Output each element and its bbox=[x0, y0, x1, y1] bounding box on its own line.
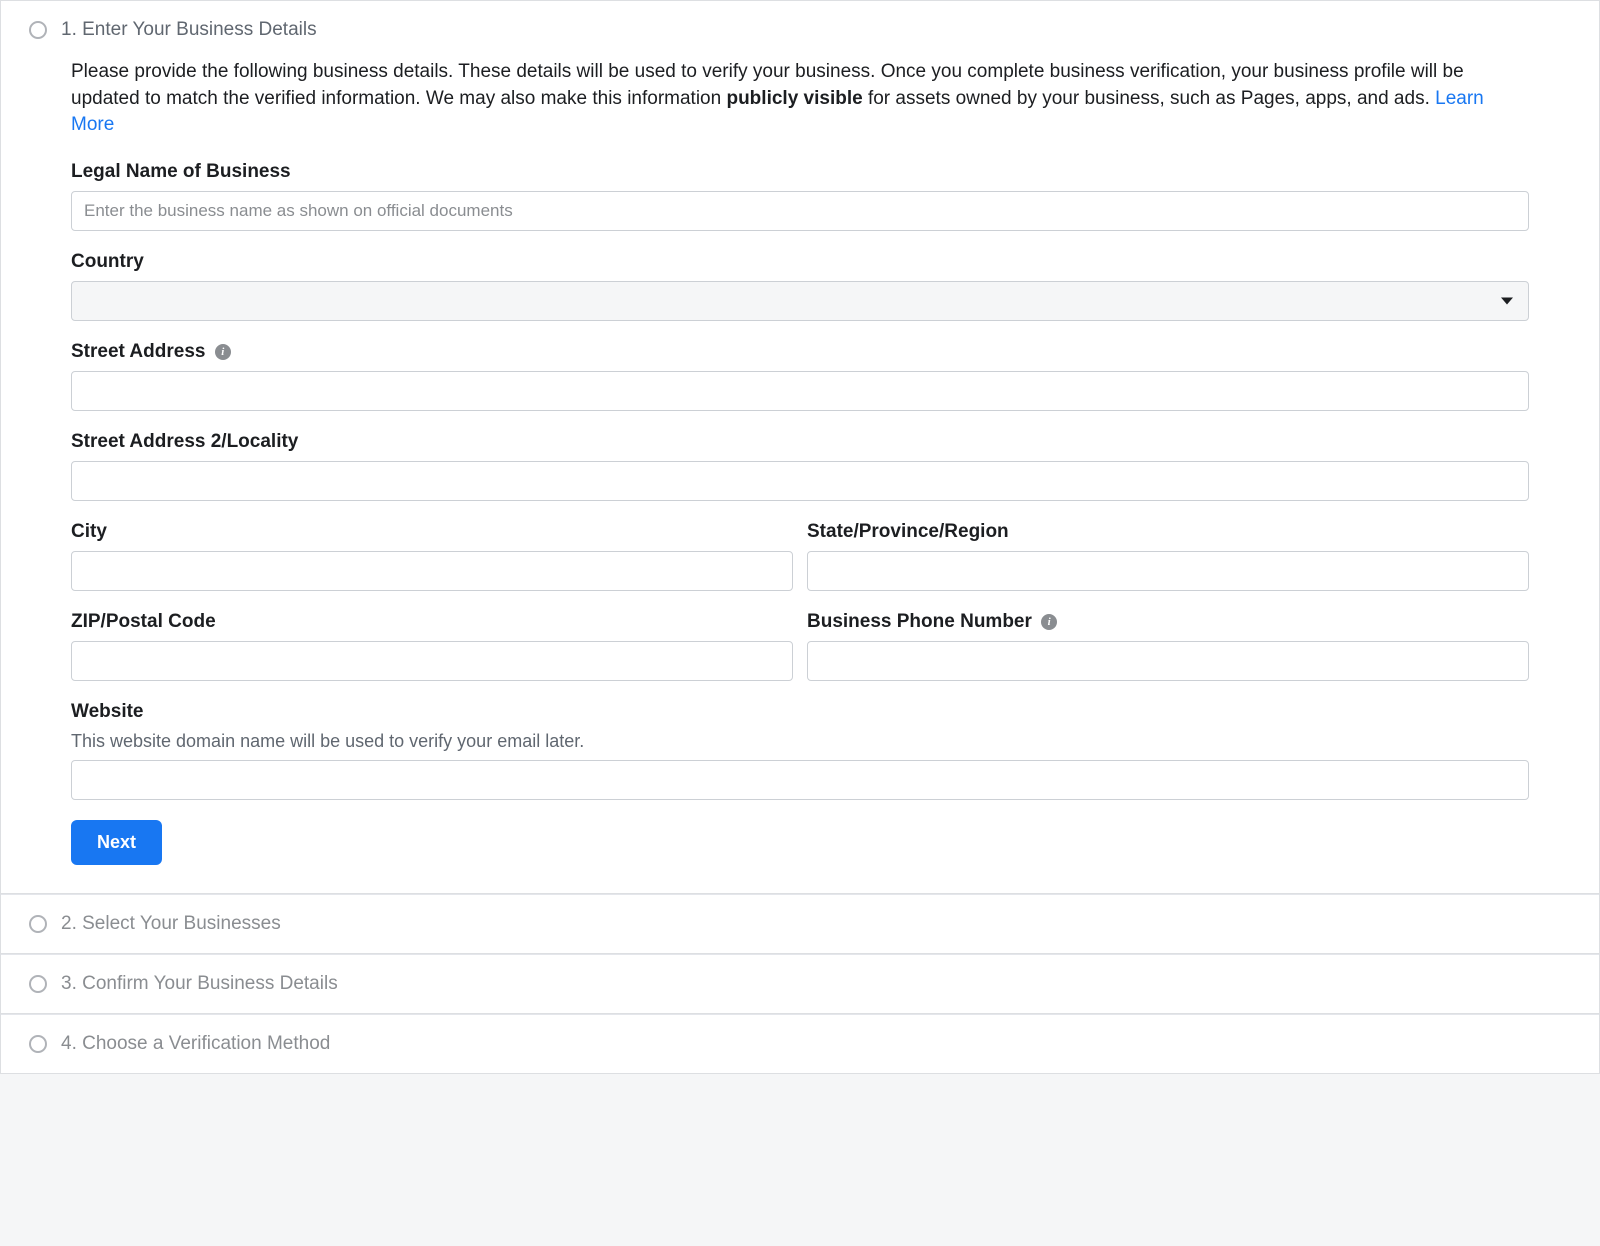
phone-label-text: Business Phone Number bbox=[807, 611, 1032, 632]
step-4-header[interactable]: 4. Choose a Verification Method bbox=[1, 1015, 1599, 1073]
radio-unchecked-icon bbox=[29, 915, 47, 933]
country-label: Country bbox=[71, 251, 1529, 273]
street-address2-input[interactable] bbox=[71, 461, 1529, 501]
street-address-input[interactable] bbox=[71, 371, 1529, 411]
step-3-header[interactable]: 3. Confirm Your Business Details bbox=[1, 955, 1599, 1013]
step-4-title: 4. Choose a Verification Method bbox=[61, 1033, 330, 1055]
zip-input[interactable] bbox=[71, 641, 793, 681]
phone-group: Business Phone Number i bbox=[807, 611, 1529, 681]
radio-unchecked-icon bbox=[29, 1035, 47, 1053]
zip-label: ZIP/Postal Code bbox=[71, 611, 793, 633]
street-address-group: Street Address i bbox=[71, 341, 1529, 411]
info-icon[interactable]: i bbox=[215, 344, 231, 360]
country-select-wrapper bbox=[71, 281, 1529, 321]
step-1-header[interactable]: 1. Enter Your Business Details bbox=[1, 1, 1599, 59]
website-hint: This website domain name will be used to… bbox=[71, 731, 1529, 752]
intro-text: Please provide the following business de… bbox=[71, 59, 1529, 139]
street-address2-label: Street Address 2/Locality bbox=[71, 431, 1529, 453]
country-group: Country bbox=[71, 251, 1529, 321]
state-input[interactable] bbox=[807, 551, 1529, 591]
state-group: State/Province/Region bbox=[807, 521, 1529, 591]
website-label: Website bbox=[71, 701, 1529, 723]
website-group: Website This website domain name will be… bbox=[71, 701, 1529, 800]
street-address-label-text: Street Address bbox=[71, 341, 205, 362]
step-3-panel: 3. Confirm Your Business Details bbox=[1, 954, 1599, 1014]
website-input[interactable] bbox=[71, 760, 1529, 800]
city-state-row: City State/Province/Region bbox=[71, 521, 1529, 611]
info-icon[interactable]: i bbox=[1041, 614, 1057, 630]
intro-text-after: for assets owned by your business, such … bbox=[863, 88, 1435, 109]
business-verification-wizard: 1. Enter Your Business Details Please pr… bbox=[0, 0, 1600, 1074]
street-address2-group: Street Address 2/Locality bbox=[71, 431, 1529, 501]
step-3-title: 3. Confirm Your Business Details bbox=[61, 973, 338, 995]
phone-label: Business Phone Number i bbox=[807, 611, 1529, 633]
radio-unchecked-icon bbox=[29, 21, 47, 39]
step-2-panel: 2. Select Your Businesses bbox=[1, 894, 1599, 954]
intro-bold: publicly visible bbox=[726, 88, 862, 109]
zip-phone-row: ZIP/Postal Code Business Phone Number i bbox=[71, 611, 1529, 701]
legal-name-group: Legal Name of Business bbox=[71, 161, 1529, 231]
legal-name-input[interactable] bbox=[71, 191, 1529, 231]
phone-input[interactable] bbox=[807, 641, 1529, 681]
step-2-header[interactable]: 2. Select Your Businesses bbox=[1, 895, 1599, 953]
step-1-panel: 1. Enter Your Business Details Please pr… bbox=[1, 1, 1599, 894]
city-group: City bbox=[71, 521, 793, 591]
city-input[interactable] bbox=[71, 551, 793, 591]
next-button[interactable]: Next bbox=[71, 820, 162, 865]
legal-name-label: Legal Name of Business bbox=[71, 161, 1529, 183]
step-1-title: 1. Enter Your Business Details bbox=[61, 19, 317, 41]
radio-unchecked-icon bbox=[29, 975, 47, 993]
street-address-label: Street Address i bbox=[71, 341, 1529, 363]
state-label: State/Province/Region bbox=[807, 521, 1529, 543]
step-4-panel: 4. Choose a Verification Method bbox=[1, 1014, 1599, 1074]
step-1-body: Please provide the following business de… bbox=[1, 59, 1599, 893]
step-2-title: 2. Select Your Businesses bbox=[61, 913, 281, 935]
country-select[interactable] bbox=[71, 281, 1529, 321]
city-label: City bbox=[71, 521, 793, 543]
zip-group: ZIP/Postal Code bbox=[71, 611, 793, 681]
